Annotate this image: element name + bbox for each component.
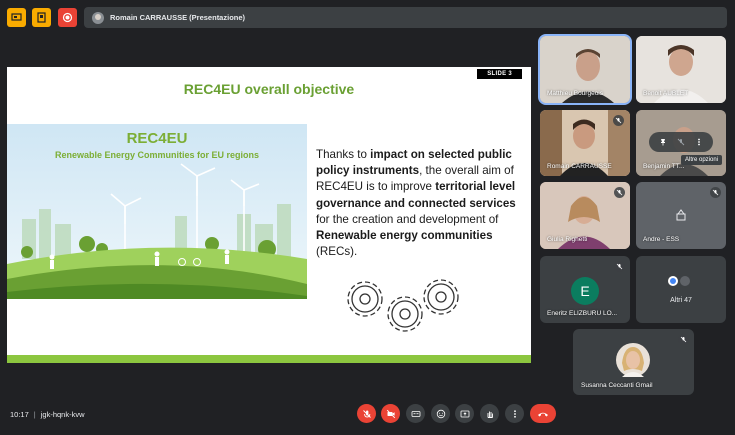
hang-up-icon: [538, 412, 548, 416]
participant-tile[interactable]: Giulia Righetti: [540, 182, 630, 249]
camera-off-icon: [386, 409, 395, 418]
participant-name: Susanna Ceccanti Gmail: [581, 382, 653, 389]
hand-icon: [487, 411, 493, 418]
gears-icon: [347, 279, 459, 332]
more-options-button[interactable]: [505, 404, 524, 423]
text-part: Thanks to: [316, 148, 371, 161]
presentation-slide: SLIDE 3 REC4EU overall objective REC4EU …: [7, 67, 531, 363]
participant-avatar: E: [571, 277, 599, 305]
mic-off-icon: [362, 409, 371, 418]
more-options-icon[interactable]: [695, 133, 703, 151]
mic-off-icon: [614, 261, 625, 272]
top-bar: Romain CARRAUSSE (Presentazione): [0, 0, 735, 34]
present-now-button[interactable]: [455, 404, 474, 423]
mic-off-icon: [710, 187, 721, 198]
illustration-title: REC4EU: [126, 130, 188, 147]
pin-icon[interactable]: [659, 133, 667, 151]
presenter-label: Romain CARRAUSSE (Presentazione): [110, 13, 246, 22]
slide-illustration: REC4EU Renewable Energy Communities for …: [7, 124, 307, 299]
mic-off-icon: [678, 334, 689, 345]
others-avatars: [666, 274, 696, 288]
user-icon: [676, 209, 686, 221]
separator: |: [33, 410, 36, 419]
mute-participant-icon[interactable]: [677, 133, 685, 151]
participant-tile[interactable]: Benoit AUBLET: [636, 36, 726, 103]
participant-tile[interactable]: E Eneritz ELIZBURU LO...: [540, 256, 630, 323]
participant-name: Eneritz ELIZBURU LO...: [547, 310, 618, 317]
tile-hover-controls: [649, 132, 713, 152]
meeting-info: 10:17 | jgk-hqnk-kvw: [10, 410, 85, 419]
presenter-avatar: [92, 11, 104, 24]
slide-footer-bar: [7, 355, 531, 363]
emoji-icon: [436, 409, 445, 418]
others-tile[interactable]: Altri 47: [636, 256, 726, 323]
participant-tile[interactable]: Romain CARRAUSSE: [540, 110, 630, 176]
mic-toggle-button[interactable]: [357, 404, 376, 423]
slide-title: REC4EU overall objective: [183, 81, 355, 97]
captions-icon: [411, 410, 420, 417]
leave-call-button[interactable]: [530, 404, 556, 423]
participant-name: Andre - ESS: [643, 236, 680, 243]
text-part: (RECs).: [316, 245, 358, 259]
participant-name: Benjamin TT...: [643, 163, 685, 170]
mic-off-icon: [613, 115, 624, 126]
present-icon[interactable]: [7, 8, 26, 27]
text-bold: Renewable energy communities: [316, 229, 493, 243]
clock: 10:17: [10, 410, 29, 419]
participant-name: Matthieu Bourgeois: [547, 90, 604, 97]
emoji-button[interactable]: [431, 404, 450, 423]
participant-name: Benoit AUBLET: [643, 90, 689, 97]
captions-button[interactable]: [406, 404, 425, 423]
record-icon[interactable]: [58, 8, 77, 27]
participant-name: Romain CARRAUSSE: [547, 163, 612, 170]
text-part: for the creation and development of: [316, 212, 499, 226]
raise-hand-button[interactable]: [480, 404, 499, 423]
participant-tile[interactable]: Susanna Ceccanti Gmail: [573, 329, 694, 395]
slide-number: SLIDE 3: [477, 69, 522, 79]
participant-name: Giulia Righetti: [547, 236, 588, 243]
present-icon: [460, 410, 469, 417]
more-vert-icon: [513, 409, 516, 418]
meeting-code: jgk-hqnk-kvw: [40, 410, 85, 419]
mode-icon[interactable]: [32, 8, 51, 27]
participant-avatar: [616, 343, 650, 377]
others-count: Altri 47: [670, 297, 692, 304]
tooltip: Altre opzioni: [681, 155, 723, 165]
illustration-subtitle: Renewable Energy Communities for EU regi…: [54, 150, 260, 160]
slide-body-text: Thanks to impact on selected public poli…: [316, 147, 521, 260]
presenter-banner[interactable]: Romain CARRAUSSE (Presentazione): [84, 7, 727, 28]
avatar: [678, 274, 692, 288]
participant-tile[interactable]: Andre - ESS: [636, 182, 726, 249]
mic-off-icon: [614, 187, 625, 198]
participant-tile[interactable]: Matthieu Bourgeois: [538, 34, 632, 105]
camera-toggle-button[interactable]: [381, 404, 400, 423]
avatar-dot: [670, 278, 676, 284]
